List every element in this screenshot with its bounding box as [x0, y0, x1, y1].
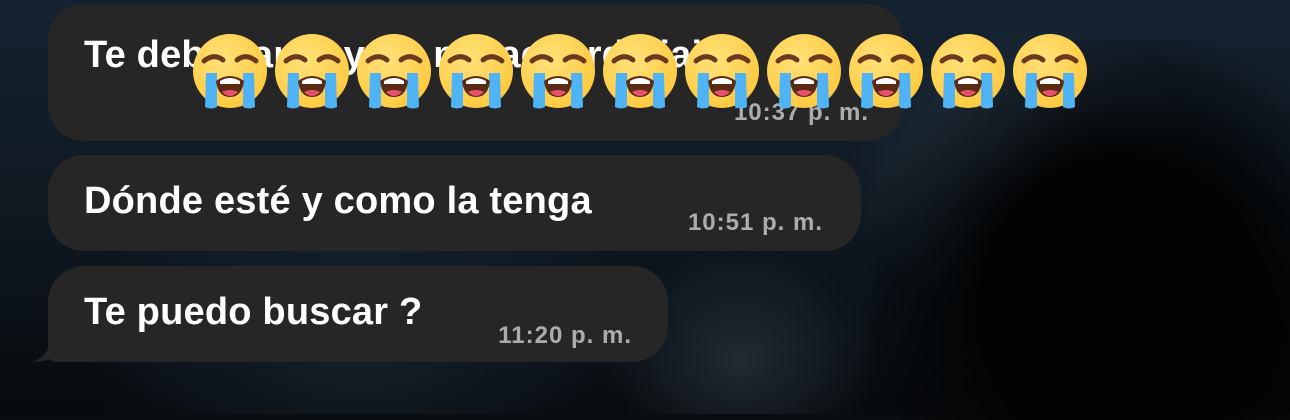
crying-face-icon: [682, 31, 762, 111]
crying-face-icon: [928, 31, 1008, 111]
crying-face-icon: [190, 31, 270, 111]
crying-face-icon: [600, 31, 680, 111]
message-text: Dónde esté y como la tenga: [84, 180, 592, 222]
message-bubble[interactable]: Te puedo buscar ? 11:20 p. m.: [48, 266, 668, 362]
message-timestamp: 11:20 p. m.: [498, 322, 632, 349]
crying-face-icon: [764, 31, 844, 111]
crying-face-icon: [846, 31, 926, 111]
crying-face-icon: [1010, 31, 1090, 111]
crying-face-icon: [354, 31, 434, 111]
crying-face-icon: [436, 31, 516, 111]
message-timestamp: 10:51 p. m.: [687, 209, 823, 236]
crying-face-icon: [272, 31, 352, 111]
message-text: Te puedo buscar ?: [84, 291, 423, 333]
crying-face-icon: [518, 31, 598, 111]
message-bubble[interactable]: Dónde esté y como la tenga 10:51 p. m.: [48, 155, 861, 251]
